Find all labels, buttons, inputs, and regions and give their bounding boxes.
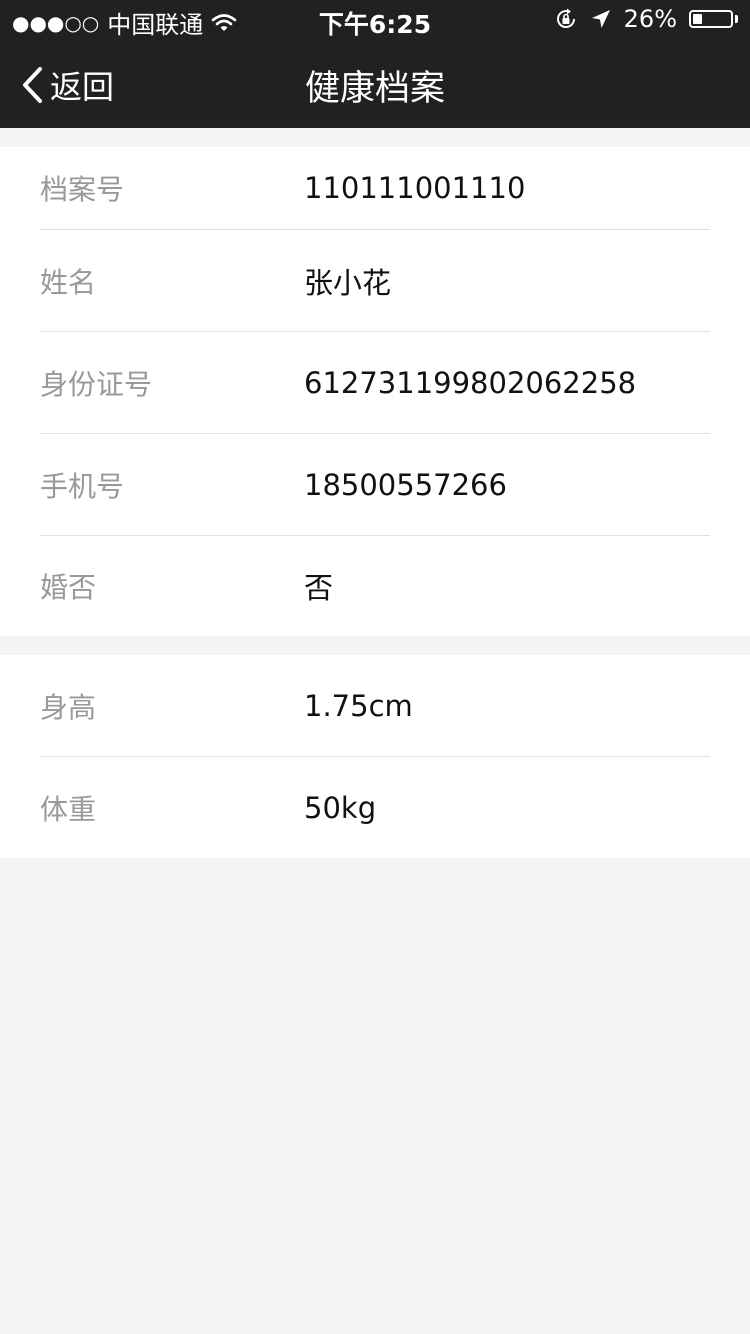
name-row: 姓名 张小花	[40, 230, 710, 332]
marital-status-row: 婚否 否	[40, 536, 710, 636]
id-number-row: 身份证号 612731199802062258	[40, 332, 710, 434]
nav-bar: 返回 健康档案	[0, 40, 750, 128]
record-number-label: 档案号	[40, 173, 125, 206]
height-row: 身高 1.75cm	[40, 655, 710, 757]
name-value: 张小花	[304, 265, 392, 300]
battery-level-fill	[693, 14, 702, 24]
status-bar: ●●●○○ 中国联通 下午6:25 26%	[0, 0, 750, 40]
marital-status-label: 婚否	[40, 571, 97, 604]
name-label: 姓名	[40, 265, 97, 299]
phone-row: 手机号 18500557266	[40, 434, 710, 536]
location-arrow-icon	[591, 10, 610, 28]
height-label: 身高	[40, 690, 97, 724]
phone-label: 手机号	[40, 469, 125, 503]
marital-status-value: 否	[304, 571, 334, 605]
height-value: 1.75cm	[304, 688, 413, 723]
id-number-label: 身份证号	[40, 367, 153, 401]
header: ●●●○○ 中国联通 下午6:25 26% 返回 健康档案	[0, 0, 750, 128]
weight-row: 体重 50kg	[40, 757, 710, 858]
body-metrics-card: 身高 1.75cm 体重 50kg	[0, 655, 750, 858]
battery-icon	[689, 10, 733, 28]
status-right: 26%	[554, 5, 738, 33]
battery-nub	[735, 15, 738, 23]
record-number-row: 档案号 110111001110	[40, 147, 710, 230]
phone-value: 18500557266	[304, 467, 507, 502]
page-title: 健康档案	[304, 69, 445, 109]
record-number-value: 110111001110	[304, 171, 526, 205]
battery-percent: 26%	[623, 5, 677, 33]
weight-value: 50kg	[304, 790, 377, 825]
rotation-lock-icon	[556, 8, 575, 28]
weight-label: 体重	[40, 792, 97, 826]
id-number-value: 612731199802062258	[304, 365, 637, 400]
profile-card: 档案号 110111001110 姓名 张小花 身份证号 61273119980…	[0, 147, 750, 636]
